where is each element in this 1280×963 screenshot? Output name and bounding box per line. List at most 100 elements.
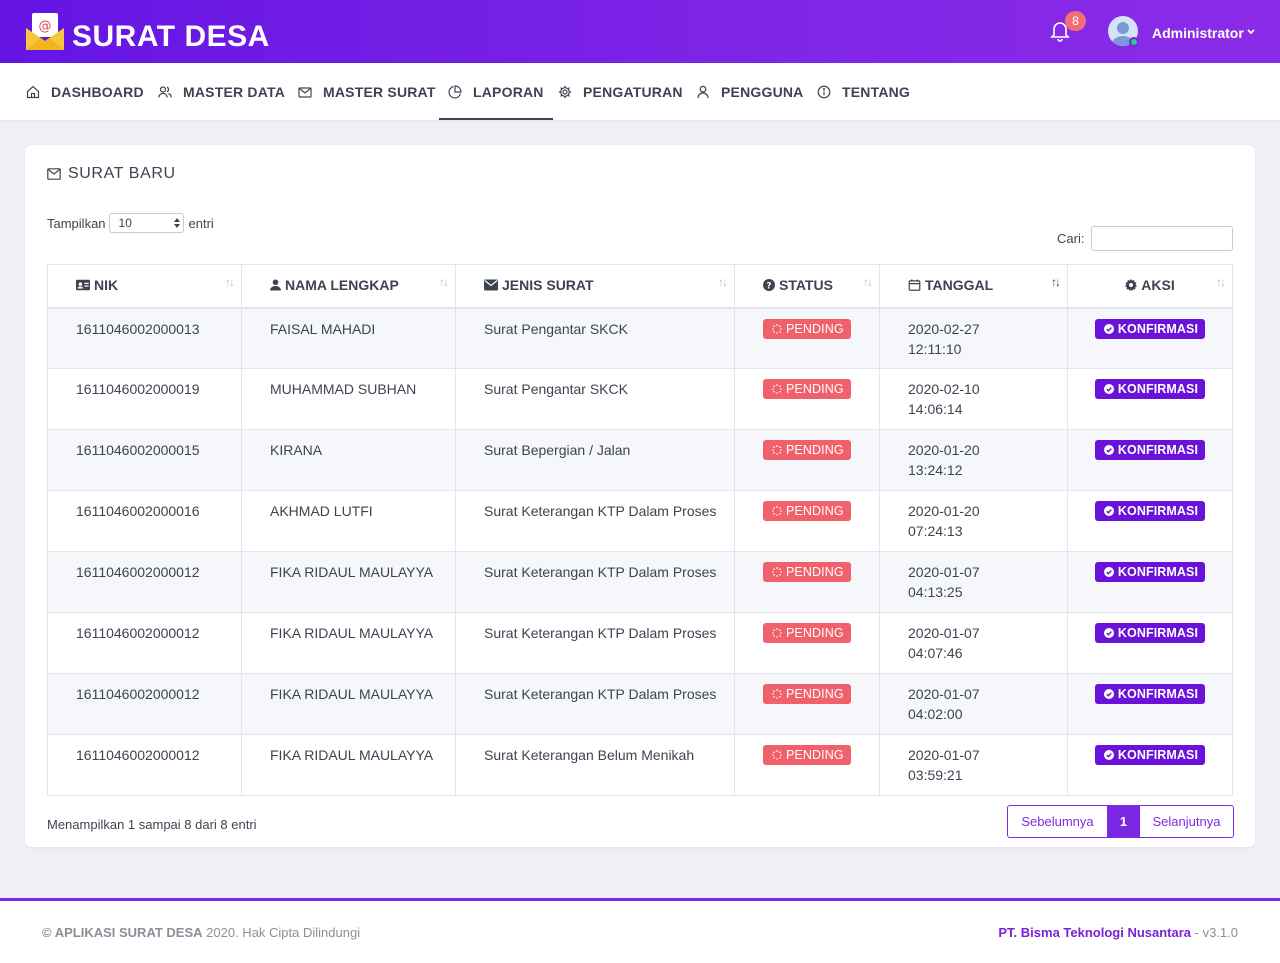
cell-aksi: KONFIRMASI	[1067, 734, 1233, 796]
tanggal-time: 04:13:25	[908, 584, 963, 600]
konfirmasi-button[interactable]: KONFIRMASI	[1094, 379, 1206, 399]
spinner-icon	[772, 567, 782, 577]
column-header-status[interactable]: ? STATUS ↑↓	[734, 264, 880, 309]
konfirmasi-button[interactable]: KONFIRMASI	[1094, 562, 1206, 582]
konfirmasi-button[interactable]: KONFIRMASI	[1094, 318, 1206, 339]
sort-icon[interactable]: ↑↓	[439, 275, 449, 289]
table-header-row: NIK ↑↓ NAMA LENGKAP ↑↓ JENIS SURAT ↑↓ ? S…	[47, 264, 1233, 309]
konfirmasi-button[interactable]: KONFIRMASI	[1094, 684, 1206, 704]
status-label: PENDING	[786, 626, 844, 640]
next-page-button[interactable]: Selanjutnya	[1139, 806, 1233, 837]
table-row: 1611046002000013 FAISAL MAHADI Surat Penga…	[47, 307, 1233, 369]
cell-aksi: KONFIRMASI	[1067, 673, 1233, 735]
footer-version: - v3.1.0	[1191, 925, 1238, 940]
cell-jenis-surat: Surat Keterangan KTP Dalam Proses	[455, 612, 735, 674]
konfirmasi-button[interactable]: KONFIRMASI	[1094, 440, 1206, 460]
konfirmasi-label: KONFIRMASI	[1117, 565, 1199, 579]
column-label: NAMA LENGKAP	[285, 277, 399, 294]
spinner-icon	[772, 445, 782, 455]
brand-title[interactable]: SURAT DESA	[72, 20, 270, 54]
nav-item-laporan[interactable]: LAPORAN	[439, 63, 553, 120]
search-input[interactable]	[1091, 226, 1233, 251]
select-arrows-icon	[173, 218, 180, 228]
table-row: 1611046002000016 AKHMAD LUTFI Surat Ketera…	[47, 490, 1233, 552]
tanggal-date: 2020-01-07	[908, 625, 980, 641]
sort-desc-icon[interactable]: ↑↓	[1051, 275, 1061, 289]
footer-company-link[interactable]: PT. Bisma Teknologi Nusantara	[998, 925, 1191, 940]
svg-text:?: ?	[766, 282, 771, 292]
cell-nama: KIRANA	[241, 429, 456, 491]
konfirmasi-button[interactable]: KONFIRMASI	[1094, 623, 1206, 643]
svg-text:@: @	[39, 19, 52, 34]
cell-aksi: KONFIRMASI	[1067, 612, 1233, 674]
sort-icon[interactable]: ↑↓	[863, 275, 873, 289]
status-label: PENDING	[786, 565, 844, 579]
column-label: NIK	[94, 277, 119, 294]
nav-label: PENGGUNA	[721, 83, 804, 100]
nav-item-tentang[interactable]: TENTANG	[817, 63, 910, 120]
table-row: 1611046002000019 MUHAMMAD SUBHAN Surat Pen…	[47, 368, 1233, 430]
sort-icon[interactable]: ↑↓	[1216, 275, 1226, 289]
tanggal-date: 2020-01-07	[908, 564, 980, 580]
cell-tanggal: 2020-01-07 04:13:25	[879, 551, 1068, 613]
nav-label: MASTER SURAT	[323, 83, 436, 100]
tanggal-time: 07:24:13	[908, 523, 963, 539]
nav-item-dashboard[interactable]: DASHBOARD	[26, 63, 144, 120]
status-badge: PENDING	[763, 440, 851, 460]
tanggal-date: 2020-01-20	[908, 503, 980, 519]
konfirmasi-label: KONFIRMASI	[1117, 382, 1199, 396]
nav-label: LAPORAN	[473, 83, 544, 100]
column-header-aksi[interactable]: AKSI ↑↓	[1067, 264, 1233, 309]
previous-page-button[interactable]: Sebelumnya	[1008, 806, 1108, 837]
cell-tanggal: 2020-02-10 14:06:14	[879, 368, 1068, 430]
cell-aksi: KONFIRMASI	[1067, 551, 1233, 613]
cell-jenis-surat: Surat Pengantar SKCK	[455, 368, 735, 430]
cell-status: PENDING	[734, 490, 880, 552]
nav-item-master-data[interactable]: MASTER DATA	[158, 63, 285, 120]
tanggal-date: 2020-02-10	[908, 381, 980, 397]
cell-status: PENDING	[734, 612, 880, 674]
konfirmasi-label: KONFIRMASI	[1117, 626, 1199, 640]
konfirmasi-label: KONFIRMASI	[1117, 504, 1199, 518]
nav-item-pengaturan[interactable]: PENGATURAN	[558, 63, 683, 120]
page-length-select[interactable]: 10	[108, 213, 184, 233]
check-circle-icon	[1103, 323, 1114, 334]
column-header-jenis-surat[interactable]: JENIS SURAT ↑↓	[455, 264, 735, 309]
user-menu-name[interactable]: Administrator	[1152, 24, 1244, 42]
sort-icon[interactable]: ↑↓	[718, 275, 728, 289]
nav-item-pengguna[interactable]: PENGGUNA	[696, 63, 804, 120]
tanggal-date: 2020-01-07	[908, 747, 980, 763]
cell-aksi: KONFIRMASI	[1067, 307, 1233, 369]
cell-tanggal: 2020-01-20 07:24:13	[879, 490, 1068, 552]
cell-nik: 1611046002000016	[47, 490, 242, 552]
nav-item-master-surat[interactable]: MASTER SURAT	[298, 63, 436, 120]
main-navigation: DASHBOARD MASTER DATA MASTER SURAT LAPOR…	[0, 63, 1280, 120]
column-header-nik[interactable]: NIK ↑↓	[47, 264, 242, 309]
konfirmasi-button[interactable]: KONFIRMASI	[1094, 745, 1206, 765]
cell-status: PENDING	[734, 551, 880, 613]
konfirmasi-button[interactable]: KONFIRMASI	[1094, 501, 1206, 521]
cell-nik: 1611046002000019	[47, 368, 242, 430]
cell-aksi: KONFIRMASI	[1067, 368, 1233, 430]
cell-jenis-surat: Surat Pengantar SKCK	[455, 307, 735, 369]
status-label: PENDING	[786, 504, 844, 518]
tanggal-date: 2020-01-20	[908, 442, 980, 458]
notification-badge: 8	[1065, 11, 1086, 31]
sort-icon[interactable]: ↑↓	[225, 275, 235, 289]
page-length-value: 10	[118, 216, 132, 230]
cell-jenis-surat: Surat Bepergian / Jalan	[455, 429, 735, 491]
page-1-button[interactable]: 1	[1108, 806, 1139, 837]
cell-nama: FIKA RIDAUL MAULAYYA	[241, 734, 456, 796]
gear-icon	[558, 85, 572, 98]
column-header-tanggal[interactable]: TANGGAL ↑↓	[879, 264, 1068, 309]
cell-status: PENDING	[734, 734, 880, 796]
konfirmasi-label: KONFIRMASI	[1117, 748, 1199, 762]
status-label: PENDING	[786, 687, 844, 701]
column-header-nama-lengkap[interactable]: NAMA LENGKAP ↑↓	[241, 264, 456, 309]
cell-status: PENDING	[734, 429, 880, 491]
spinner-icon	[772, 384, 782, 394]
mail-icon	[47, 168, 61, 180]
card-title: SURAT BARU	[47, 165, 176, 183]
tanggal-time: 03:59:21	[908, 767, 963, 783]
chevron-down-icon[interactable]	[1246, 27, 1256, 37]
